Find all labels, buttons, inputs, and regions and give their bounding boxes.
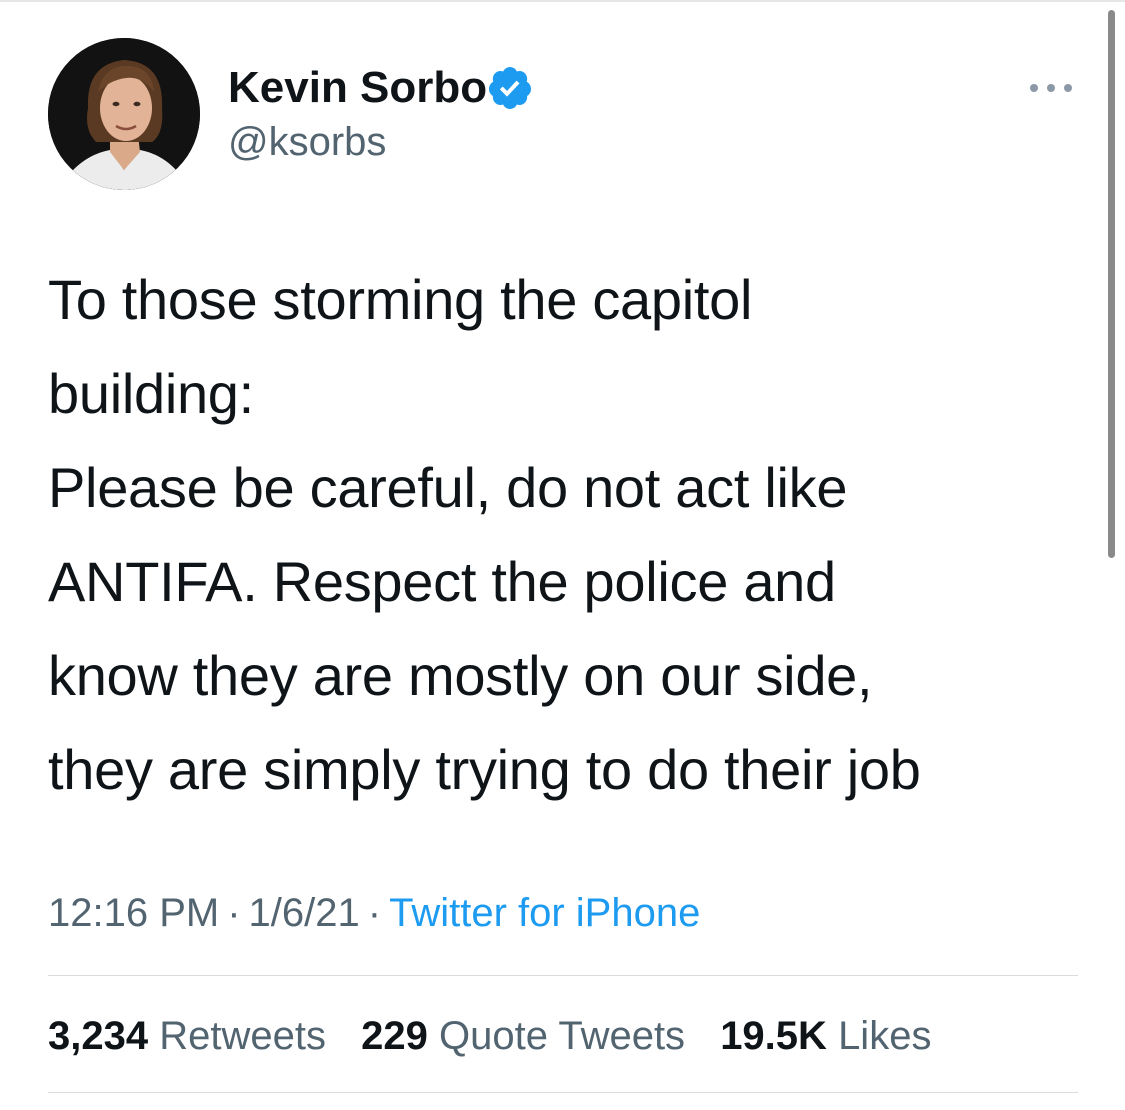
likes-count: 19.5K [720,1014,827,1058]
stats-divider-top [48,975,1078,976]
tweet-date[interactable]: 1/6/21 [249,891,360,935]
display-name[interactable]: Kevin Sorbo [228,62,487,114]
quote-tweets-stat[interactable]: 229 Quote Tweets [361,1014,685,1058]
meta-separator: · [227,891,241,935]
engagement-stats: 3,234 Retweets 229 Quote Tweets 19.5K Li… [48,1011,931,1061]
retweets-stat[interactable]: 3,234 Retweets [48,1014,326,1058]
likes-label: Likes [838,1014,932,1058]
quote-tweets-label: Quote Tweets [438,1014,686,1058]
scrollbar[interactable] [1108,10,1115,558]
tweet-text: To those storming the capitol building: … [48,268,921,801]
quote-tweets-count: 229 [361,1014,428,1058]
meta-separator: · [367,891,382,935]
tweet-source-link[interactable]: Twitter for iPhone [389,891,700,935]
tweet-time[interactable]: 12:16 PM [48,891,219,935]
tweet-metadata: 12:16 PM · 1/6/21 · Twitter for iPhone [48,888,700,938]
likes-stat[interactable]: 19.5K Likes [720,1014,931,1058]
more-options-icon[interactable] [1026,76,1076,100]
retweets-label: Retweets [159,1014,326,1058]
retweets-count: 3,234 [48,1014,149,1058]
avatar[interactable] [48,38,200,190]
handle[interactable]: @ksorbs [228,118,386,166]
verified-badge-icon [488,67,531,109]
top-divider [0,0,1125,2]
stats-divider-bottom [48,1092,1078,1093]
